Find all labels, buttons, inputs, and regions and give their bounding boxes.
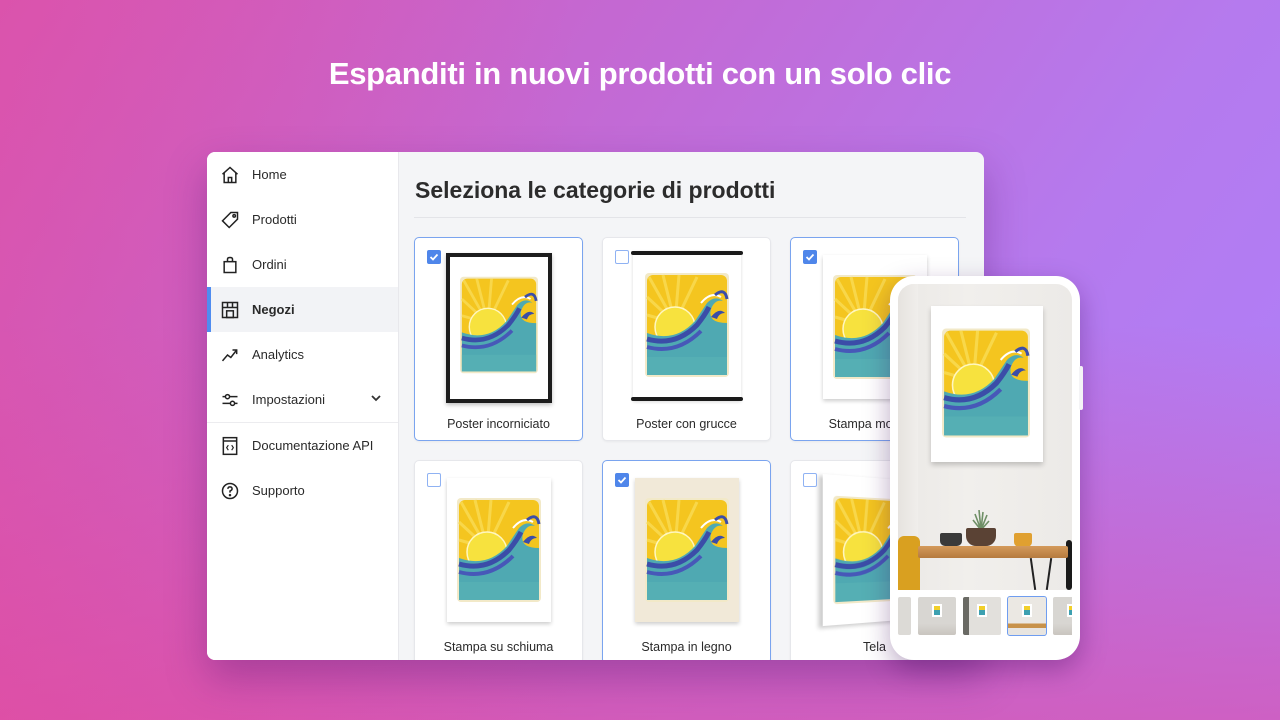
sidebar-item-label: Analytics bbox=[252, 347, 305, 362]
product-checkbox-checked[interactable] bbox=[803, 250, 817, 264]
wave-artwork bbox=[645, 498, 729, 602]
home-icon bbox=[220, 165, 240, 185]
wave-artwork bbox=[460, 273, 538, 377]
thumbnail-strip bbox=[898, 596, 1072, 637]
app-window: Home Prodotti Ordini Negozi Analytics Im… bbox=[207, 152, 984, 660]
sidebar-item-supporto[interactable]: Supporto bbox=[207, 468, 398, 513]
product-image bbox=[630, 251, 743, 401]
help-circle-icon bbox=[220, 481, 240, 501]
storefront-icon bbox=[220, 300, 240, 320]
tag-icon bbox=[220, 210, 240, 230]
product-card-poster-con-grucce[interactable]: Poster con grucce bbox=[602, 237, 771, 441]
product-card-stampa-in-legno[interactable]: Stampa in legno bbox=[602, 460, 771, 660]
phone-side-button bbox=[1079, 366, 1083, 410]
page-title: Seleziona le categorie di prodotti bbox=[415, 177, 776, 203]
sidebar-item-analytics[interactable]: Analytics bbox=[207, 332, 398, 377]
thumbnail[interactable] bbox=[963, 597, 1001, 635]
thumbnail[interactable] bbox=[898, 597, 911, 635]
sidebar-item-documentazione-api[interactable]: Documentazione API bbox=[207, 423, 398, 468]
mug bbox=[1014, 533, 1032, 547]
sidebar-item-impostazioni[interactable]: Impostazioni bbox=[207, 377, 398, 422]
sidebar-item-prodotti[interactable]: Prodotti bbox=[207, 197, 398, 242]
wave-artwork bbox=[942, 328, 1030, 438]
checkmark-icon bbox=[429, 253, 439, 261]
sidebar: Home Prodotti Ordini Negozi Analytics Im… bbox=[207, 152, 399, 660]
product-label: Stampa in legno bbox=[641, 640, 732, 654]
product-card-stampa-su-schiuma[interactable]: Stampa su schiuma bbox=[414, 460, 583, 660]
product-label: Poster con grucce bbox=[636, 417, 737, 431]
product-checkbox[interactable] bbox=[427, 473, 441, 487]
wall-poster bbox=[931, 306, 1043, 462]
product-image bbox=[446, 478, 551, 622]
mug bbox=[940, 533, 962, 546]
thumbnail[interactable] bbox=[1053, 597, 1072, 635]
product-label: Poster incorniciato bbox=[447, 417, 550, 431]
sidebar-item-label: Documentazione API bbox=[252, 438, 374, 453]
checkmark-icon bbox=[805, 253, 815, 261]
product-checkbox[interactable] bbox=[615, 250, 629, 264]
trending-up-icon bbox=[220, 345, 240, 365]
sidebar-item-label: Negozi bbox=[252, 302, 295, 317]
phone-screen bbox=[898, 284, 1072, 652]
plant-pot bbox=[966, 528, 996, 546]
phone-mockup bbox=[890, 276, 1083, 660]
product-checkbox-checked[interactable] bbox=[615, 473, 629, 487]
checkmark-icon bbox=[617, 476, 627, 484]
sidebar-item-home[interactable]: Home bbox=[207, 152, 398, 197]
code-document-icon bbox=[220, 436, 240, 456]
sidebar-item-label: Home bbox=[252, 167, 287, 182]
product-checkbox[interactable] bbox=[803, 473, 817, 487]
sidebar-item-label: Ordini bbox=[252, 257, 287, 272]
sidebar-item-ordini[interactable]: Ordini bbox=[207, 242, 398, 287]
product-image bbox=[634, 478, 739, 622]
chevron-down-icon[interactable] bbox=[370, 392, 382, 404]
product-card-poster-incorniciato[interactable]: Poster incorniciato bbox=[414, 237, 583, 441]
shopping-bag-icon bbox=[220, 255, 240, 275]
wave-artwork bbox=[644, 273, 730, 377]
thumbnail[interactable] bbox=[918, 597, 956, 635]
wave-artwork bbox=[457, 498, 541, 602]
product-checkbox-checked[interactable] bbox=[427, 250, 441, 264]
sidebar-item-negozi[interactable]: Negozi bbox=[207, 287, 398, 332]
sidebar-item-label: Impostazioni bbox=[252, 392, 325, 407]
title-divider bbox=[414, 217, 966, 218]
product-grid: Poster incorniciato Poster con grucce St… bbox=[414, 237, 966, 660]
thumbnail-active[interactable] bbox=[1007, 596, 1047, 636]
sidebar-item-label: Supporto bbox=[252, 483, 305, 498]
plant bbox=[972, 510, 990, 530]
sliders-icon bbox=[220, 390, 240, 410]
product-label: Stampa su schiuma bbox=[443, 640, 554, 654]
room-preview-image bbox=[898, 284, 1072, 590]
product-image bbox=[445, 253, 552, 403]
headline: Espanditi in nuovi prodotti con un solo … bbox=[328, 56, 952, 91]
chair bbox=[898, 536, 920, 590]
sidebar-item-label: Prodotti bbox=[252, 212, 297, 227]
table bbox=[918, 546, 1068, 558]
